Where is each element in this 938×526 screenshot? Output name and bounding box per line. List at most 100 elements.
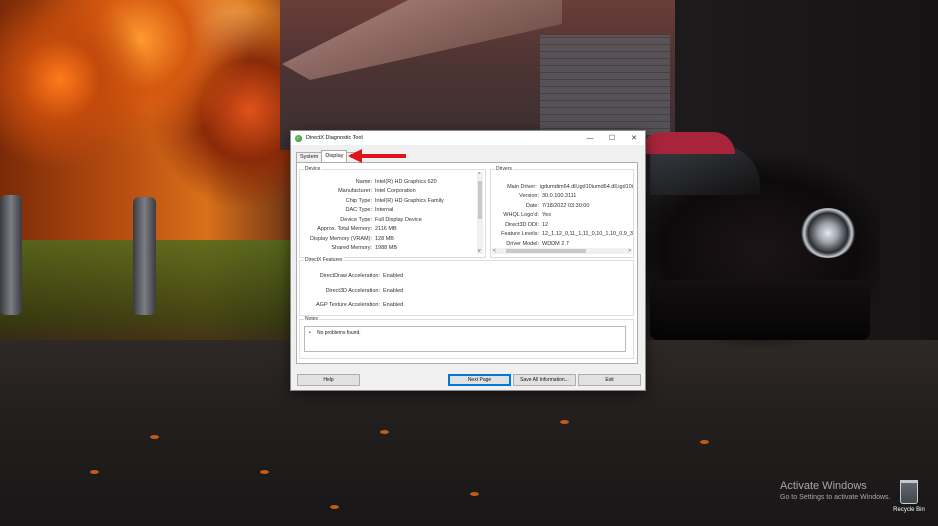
device-value: Intel Corporation [375,188,416,195]
driver-value: 30.0.100.3111 [542,193,577,200]
feature-value: Enabled [383,273,404,280]
device-value: Full Display Device [375,216,422,223]
device-row: Display Memory (VRAM): 128 MB [300,234,478,244]
scroll-down-arrow[interactable]: v [478,248,481,254]
feature-label: Direct3D Acceleration: [325,287,380,294]
maximize-icon: ☐ [608,135,616,142]
recycle-bin-icon [900,480,918,504]
tab-system[interactable]: System [296,152,323,162]
minimize-icon: — [586,134,594,142]
driver-value: 12_1,12_0,11_1,11_0,10_1,10_0,9_3 [542,231,633,238]
car-bumper [650,280,870,340]
scroll-up-arrow[interactable]: ^ [478,172,480,178]
device-label: Display Memory (VRAM): [309,235,372,242]
notes-bullet: • [309,330,311,336]
leaf [150,435,159,439]
device-value: Intel(R) HD Graphics 620 [375,178,437,185]
drivers-group-title: Drivers [495,166,513,172]
device-value: Intel(R) HD Graphics Family [375,197,444,204]
dxdiag-app-icon [295,134,302,142]
tab-display[interactable]: Display [321,150,348,162]
dxdiag-window: DirectX Diagnostic Tool — ☐ ✕ System Dis… [291,131,645,390]
exit-button[interactable]: Exit [578,374,641,386]
driver-value: Yes [542,212,551,219]
leaf [380,430,389,434]
drivers-horizontal-scrollbar[interactable]: < > [492,248,632,254]
leaf [700,440,709,444]
scroll-right-arrow[interactable]: > [628,248,631,254]
close-icon: ✕ [631,135,637,142]
device-row: Name: Intel(R) HD Graphics 620 [300,177,478,187]
driver-value: 7/18/2022 03:30:00 [542,202,590,209]
device-label: Manufacturer: [338,188,372,195]
activate-windows-watermark: Activate Windows Go to Settings to activ… [780,480,891,501]
scroll-thumb[interactable] [478,181,482,219]
leaf [560,420,569,424]
leaf [90,470,99,474]
device-label: Chip Type: [345,197,372,204]
notes-group: Notes • No problems found. [299,316,634,359]
leaf [260,470,269,474]
device-group: Device Name: Intel(R) HD Graphics 620 Man… [299,166,486,258]
device-row: Chip Type: Intel(R) HD Graphics Family [300,196,478,206]
device-row: Shared Memory: 1988 MB [300,244,478,254]
scroll-left-arrow[interactable]: < [493,248,496,254]
directx-features-group: DirectX Features DirectDraw Acceleration… [299,257,634,316]
device-value: 2116 MB [375,226,397,233]
features-group-title: DirectX Features [304,257,344,263]
minimize-button[interactable]: — [579,131,601,145]
h-scroll-thumb[interactable] [506,249,586,253]
notes-textbox[interactable]: • No problems found. [304,326,626,352]
driver-row: Direct3D DDI: 12 [491,220,633,230]
driver-label: Direct3D DDI: [505,221,539,228]
feature-value: Enabled [383,302,404,309]
device-row: Device Type: Full Display Device [300,215,478,225]
display-tab-panel: Device Name: Intel(R) HD Graphics 620 Man… [296,162,638,364]
driver-row: Version: 30.0.100.3111 [491,192,633,202]
device-value: 1988 MB [375,245,398,252]
recycle-bin-label: Recycle Bin [893,507,925,513]
driver-row: Main Driver: igdumdim64.dll,igd10iumd64.d… [491,182,633,192]
driver-label: Main Driver: [507,183,537,190]
help-button[interactable]: Help [297,374,360,386]
bollard-post [133,197,156,315]
leaf [330,505,339,509]
device-value: Internal [375,207,394,214]
close-button[interactable]: ✕ [623,131,645,145]
feature-row: DirectDraw Acceleration: Enabled [300,269,600,284]
bollard-post [0,195,22,315]
feature-label: DirectDraw Acceleration: [319,273,380,280]
device-row: Manufacturer: Intel Corporation [300,187,478,197]
watermark-title: Activate Windows [780,480,867,492]
feature-row: AGP Texture Acceleration: Enabled [300,298,600,313]
driver-value: 12 [542,221,549,228]
driver-label: Date: [525,202,539,209]
leaf [470,492,479,496]
driver-label: Version: [519,193,539,200]
car-headlight [800,208,856,258]
device-scrollbar[interactable]: ^ v [477,172,483,254]
device-group-title: Device [304,166,322,172]
device-label: DAC Type: [345,207,373,214]
maximize-button[interactable]: ☐ [601,131,623,145]
device-label: Shared Memory: [331,245,372,252]
notes-group-title: Notes [304,316,320,322]
driver-label: Feature Levels: [501,231,539,238]
driver-label: Driver Model: [506,240,539,247]
car-roof-reflection [640,132,735,154]
drivers-group: Drivers Main Driver: igdumdim64.dll,igd10… [490,166,634,258]
recycle-bin-shortcut[interactable]: Recycle Bin [893,480,925,513]
device-value: 128 MB [375,235,394,242]
device-label: Name: [355,178,372,185]
notes-text: No problems found. [317,330,361,336]
feature-row: Direct3D Acceleration: Enabled [300,284,600,299]
watermark-subtitle: Go to Settings to activate Windows. [780,494,891,501]
save-all-information-button[interactable]: Save All Information... [513,374,576,386]
title-bar[interactable]: DirectX Diagnostic Tool — ☐ ✕ [291,131,645,145]
device-row: DAC Type: Internal [300,206,478,216]
driver-label: WHQL Logo'd: [503,212,539,219]
driver-value: igdumdim64.dll,igd10iumd64.dll,igd10i [539,183,633,190]
next-page-button[interactable]: Next Page [448,374,511,386]
window-title: DirectX Diagnostic Tool [306,135,363,141]
driver-row: Date: 7/18/2022 03:30:00 [491,201,633,211]
